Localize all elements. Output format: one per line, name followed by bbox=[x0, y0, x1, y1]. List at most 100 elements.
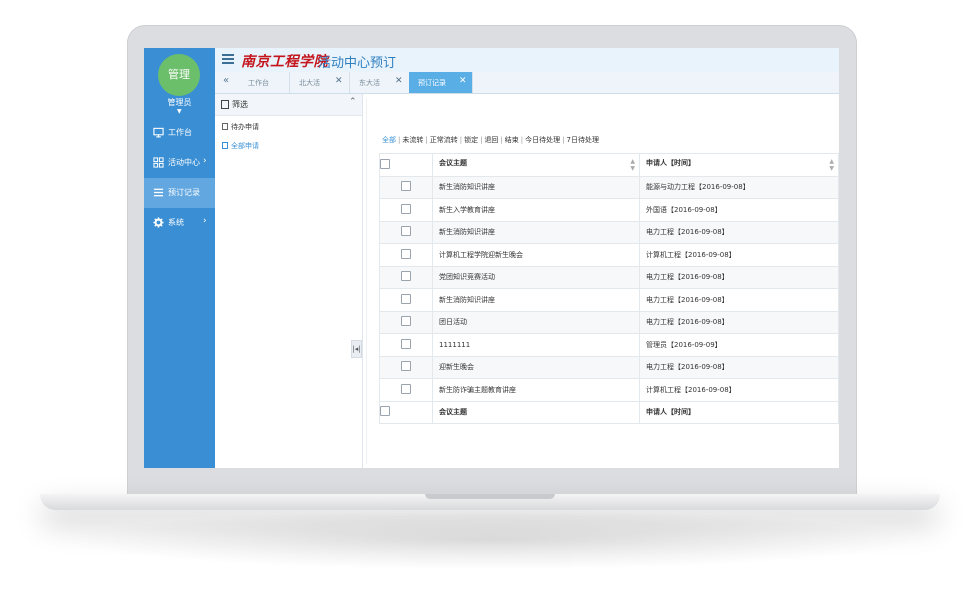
table-row[interactable]: 迎新生晚会电力工程【2016-09-08】 bbox=[380, 356, 839, 379]
app-screen: 管理 管理员 ▼ 工作台 活动中心 › bbox=[144, 48, 839, 468]
row-checkbox[interactable] bbox=[401, 294, 411, 304]
select-all-checkbox[interactable] bbox=[380, 406, 390, 416]
sidebar-item-label: 系统 bbox=[168, 217, 184, 228]
table-row[interactable]: 新生防诈骗主题教育讲座计算机工程【2016-09-08】 bbox=[380, 379, 839, 402]
row-checkbox[interactable] bbox=[401, 316, 411, 326]
row-checkbox[interactable] bbox=[401, 181, 411, 191]
cell-topic: 新生消防知识讲座 bbox=[433, 176, 640, 199]
table-row[interactable]: 新生入学教育讲座外国语【2016-09-08】 bbox=[380, 199, 839, 222]
cell-topic: 新生入学教育讲座 bbox=[433, 199, 640, 222]
chevron-right-icon: › bbox=[203, 216, 207, 226]
cell-applicant: 管理员【2016-09-09】 bbox=[640, 334, 839, 357]
status-filter-finished[interactable]: 结束 bbox=[505, 136, 519, 144]
tab-north-center[interactable]: 北大活 ✕ bbox=[290, 72, 350, 93]
list-icon bbox=[153, 187, 164, 198]
row-checkbox[interactable] bbox=[401, 249, 411, 259]
row-checkbox[interactable] bbox=[401, 361, 411, 371]
filter-item-all[interactable]: 全部申请 bbox=[222, 141, 259, 151]
top-bar: 南京工程学院 活动中心预订 bbox=[215, 48, 839, 73]
status-filter-bar: 全部|未流转|正常流转|锁定|退回|结束|今日待处理|7日待处理 bbox=[382, 135, 599, 145]
cell-topic: 迎新生晚会 bbox=[433, 356, 640, 379]
table-header-row: 会议主题▲▼ 申请人【时间】▲▼ bbox=[380, 154, 839, 177]
row-checkbox[interactable] bbox=[401, 339, 411, 349]
tab-east-center[interactable]: 东大活 ✕ bbox=[350, 72, 410, 93]
row-checkbox[interactable] bbox=[401, 271, 411, 281]
sidebar-item-label: 活动中心 bbox=[168, 157, 200, 168]
status-filter-returned[interactable]: 退回 bbox=[484, 136, 498, 144]
table-row[interactable]: 新生消防知识讲座电力工程【2016-09-08】 bbox=[380, 221, 839, 244]
cell-topic: 党团知识竞赛活动 bbox=[433, 266, 640, 289]
tab-label: 北大活 bbox=[299, 78, 320, 88]
table-row[interactable]: 团日活动电力工程【2016-09-08】 bbox=[380, 311, 839, 334]
menu-icon[interactable] bbox=[222, 54, 234, 65]
sidebar-item-workbench[interactable]: 工作台 bbox=[144, 118, 215, 148]
row-checkbox[interactable] bbox=[401, 204, 411, 214]
filter-item-pending[interactable]: 待办申请 bbox=[222, 122, 259, 132]
user-role[interactable]: 管理员 bbox=[144, 97, 215, 108]
cell-applicant: 电力工程【2016-09-08】 bbox=[640, 289, 839, 312]
status-filter-unprocessed[interactable]: 未流转 bbox=[402, 136, 423, 144]
filter-header[interactable]: 筛选 ⌃ bbox=[215, 94, 362, 116]
sort-icon[interactable]: ▲▼ bbox=[829, 158, 834, 172]
sidebar-item-activity-center[interactable]: 活动中心 › bbox=[144, 148, 215, 178]
avatar[interactable]: 管理 bbox=[158, 54, 200, 96]
gear-icon bbox=[153, 217, 164, 228]
table-row[interactable]: 1111111管理员【2016-09-09】 bbox=[380, 334, 839, 357]
sort-icon[interactable]: ▲▼ bbox=[630, 158, 635, 172]
table-row[interactable]: 党团知识竞赛活动电力工程【2016-09-08】 bbox=[380, 266, 839, 289]
status-filter-7day[interactable]: 7日待处理 bbox=[567, 136, 599, 144]
column-header-applicant[interactable]: 申请人【时间】▲▼ bbox=[640, 154, 839, 177]
double-chevron-left-icon[interactable]: « bbox=[217, 75, 235, 90]
status-filter-normal[interactable]: 正常流转 bbox=[430, 136, 458, 144]
status-filter-locked[interactable]: 锁定 bbox=[464, 136, 478, 144]
cell-applicant: 能源与动力工程【2016-09-08】 bbox=[640, 176, 839, 199]
column-footer-topic: 会议主题 bbox=[433, 401, 640, 424]
chevron-up-icon[interactable]: ⌃ bbox=[349, 97, 357, 107]
filter-item-label: 待办申请 bbox=[231, 123, 259, 131]
row-checkbox[interactable] bbox=[401, 226, 411, 236]
select-all-checkbox[interactable] bbox=[380, 159, 390, 169]
table-row[interactable]: 计算机工程学院迎新生晚会计算机工程【2016-09-08】 bbox=[380, 244, 839, 267]
chevron-right-icon: › bbox=[203, 156, 207, 166]
monitor-icon bbox=[153, 127, 164, 138]
close-icon[interactable]: ✕ bbox=[395, 76, 403, 86]
sidebar-item-label: 工作台 bbox=[168, 127, 192, 138]
close-icon[interactable]: ✕ bbox=[459, 76, 467, 86]
tab-booking-records[interactable]: 预订记录 ✕ bbox=[409, 72, 473, 93]
cell-applicant: 计算机工程【2016-09-08】 bbox=[640, 244, 839, 267]
cell-topic: 新生消防知识讲座 bbox=[433, 289, 640, 312]
column-header-topic[interactable]: 会议主题▲▼ bbox=[433, 154, 640, 177]
grid-icon bbox=[153, 157, 164, 168]
status-filter-all[interactable]: 全部 bbox=[382, 136, 396, 144]
tab-label: 东大活 bbox=[359, 78, 380, 88]
cell-topic: 新生防诈骗主题教育讲座 bbox=[433, 379, 640, 402]
cell-applicant: 电力工程【2016-09-08】 bbox=[640, 266, 839, 289]
sidebar-item-booking-records[interactable]: 预订记录 bbox=[144, 178, 215, 208]
tab-strip: « 工作台 北大活 ✕ 东大活 ✕ 预订记录 ✕ bbox=[215, 72, 839, 94]
sidebar: 管理 管理员 ▼ 工作台 活动中心 › bbox=[144, 48, 215, 468]
cell-topic: 团日活动 bbox=[433, 311, 640, 334]
filter-item-label: 全部申请 bbox=[231, 142, 259, 150]
cell-applicant: 电力工程【2016-09-08】 bbox=[640, 356, 839, 379]
cell-topic: 新生消防知识讲座 bbox=[433, 221, 640, 244]
filter-panel: 筛选 ⌃ 待办申请 全部申请 bbox=[215, 94, 363, 468]
cell-applicant: 电力工程【2016-09-08】 bbox=[640, 221, 839, 244]
cell-topic: 1111111 bbox=[433, 334, 640, 357]
close-icon[interactable]: ✕ bbox=[335, 76, 343, 86]
tab-label: 工作台 bbox=[248, 78, 269, 88]
table-footer-row: 会议主题 申请人【时间】 bbox=[380, 401, 839, 424]
laptop-shadow bbox=[60, 510, 920, 570]
table-row[interactable]: 新生消防知识讲座能源与动力工程【2016-09-08】 bbox=[380, 176, 839, 199]
document-icon bbox=[222, 142, 228, 149]
cell-applicant: 电力工程【2016-09-08】 bbox=[640, 311, 839, 334]
row-checkbox[interactable] bbox=[401, 384, 411, 394]
table-row[interactable]: 新生消防知识讲座电力工程【2016-09-08】 bbox=[380, 289, 839, 312]
status-filter-today[interactable]: 今日待处理 bbox=[525, 136, 560, 144]
tab-workbench[interactable]: 工作台 bbox=[237, 72, 290, 93]
panel-collapse-handle[interactable]: |◂| bbox=[351, 340, 362, 358]
document-icon bbox=[221, 100, 229, 109]
caret-down-icon[interactable]: ▼ bbox=[177, 108, 182, 115]
sidebar-item-system[interactable]: 系统 › bbox=[144, 208, 215, 238]
main-content: 全部|未流转|正常流转|锁定|退回|结束|今日待处理|7日待处理 会议主题▲▼ … bbox=[366, 98, 839, 464]
column-footer-applicant: 申请人【时间】 bbox=[640, 401, 839, 424]
